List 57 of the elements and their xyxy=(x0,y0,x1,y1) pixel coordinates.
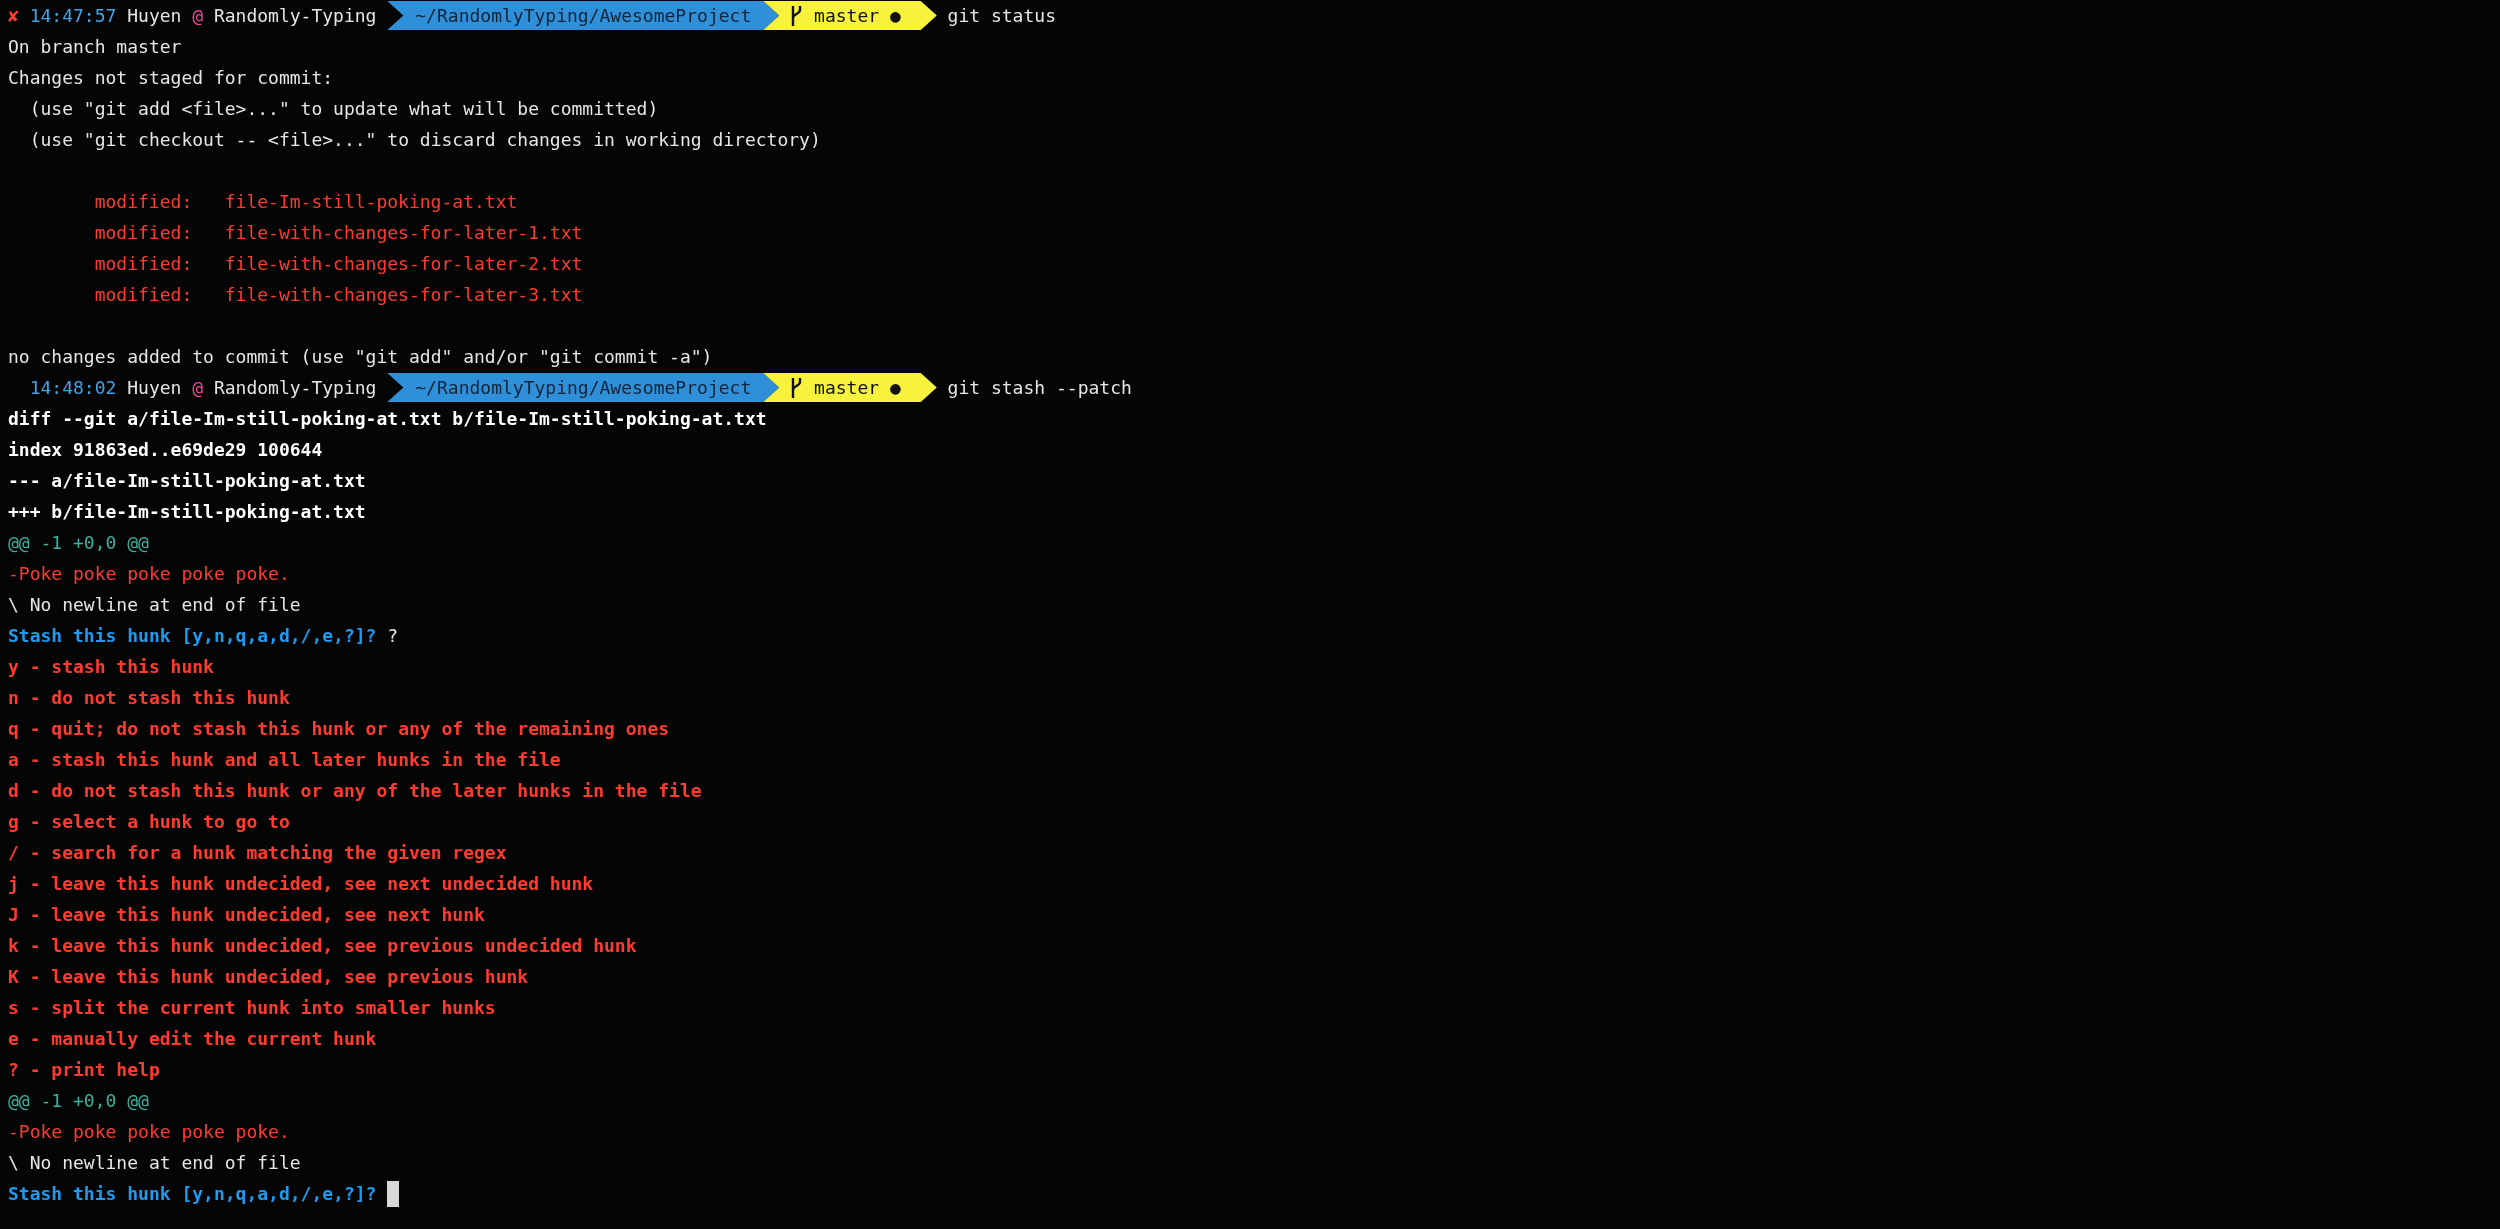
prompt-user: Huyen xyxy=(127,376,182,400)
output-line: Changes not staged for commit: xyxy=(8,66,334,90)
prompt-command: git status xyxy=(947,4,1056,28)
file-name: file-with-changes-for-later-2.txt xyxy=(224,252,583,276)
status-label: modified: xyxy=(94,252,194,276)
help-line: k - leave this hunk undecided, see previous undecided hunk xyxy=(8,934,637,958)
output-line: no changes added to commit (use "git add" and/or "git commit -a") xyxy=(8,345,713,369)
help-line: g - select a hunk to go to xyxy=(8,810,290,834)
help-line: e - manually edit the current hunk xyxy=(8,1027,377,1051)
prompt-at-sign: @ xyxy=(192,4,204,28)
prompt-git-segment: master ● xyxy=(763,373,937,402)
stash-prompt: Stash this hunk [y,n,q,a,d,/,e,?]? xyxy=(8,1182,377,1206)
help-line: K - leave this hunk undecided, see previous hunk xyxy=(8,965,529,989)
prompt-time: 14:48:02 xyxy=(29,376,117,400)
status-label: modified: xyxy=(94,190,194,214)
stash-prompt: Stash this hunk [y,n,q,a,d,/,e,?]? xyxy=(8,624,377,648)
help-line: q - quit; do not stash this hunk or any of the remaining ones xyxy=(8,717,670,741)
error-mark: ✘ xyxy=(8,4,19,28)
branch-icon xyxy=(789,4,804,27)
help-line: j - leave this hunk undecided, see next undecided hunk xyxy=(8,872,594,896)
prompt-at-sign: @ xyxy=(192,376,204,400)
diff-header-line: index 91863ed..e69de29 100644 xyxy=(8,438,323,462)
diff-header-line: diff --git a/file-Im-still-poking-at.txt b/file-Im-still-poking-at.txt xyxy=(8,407,767,431)
file-name: file-with-changes-for-later-3.txt xyxy=(224,283,583,307)
hunk-header-line: @@ -1 +0,0 @@ xyxy=(8,1089,149,1113)
help-line: n - do not stash this hunk xyxy=(8,686,290,710)
status-label: modified: xyxy=(94,221,194,245)
prompt-user: Huyen xyxy=(127,4,182,28)
prompt-path-segment: ~/RandomlyTyping/AwesomeProject xyxy=(387,373,780,402)
prompt-path-segment: ~/RandomlyTyping/AwesomeProject xyxy=(387,1,780,30)
prompt-time: 14:47:57 xyxy=(29,4,117,28)
output-line: (use "git add <file>..." to update what will be committed) xyxy=(28,97,659,121)
branch-icon xyxy=(789,376,804,399)
diff-header-line: +++ b/file-Im-still-poking-at.txt xyxy=(8,500,366,524)
status-label: modified: xyxy=(94,283,194,307)
help-line: a - stash this hunk and all later hunks in the file xyxy=(8,748,561,772)
output-line: (use "git checkout -- <file>..." to discard changes in working directory) xyxy=(28,128,821,152)
removed-line: -Poke poke poke poke poke. xyxy=(8,562,290,586)
removed-line: -Poke poke poke poke poke. xyxy=(8,1120,290,1144)
file-name: file-Im-still-poking-at.txt xyxy=(224,190,518,214)
help-line: s - split the current hunk into smaller hunks xyxy=(8,996,496,1020)
diff-header-line: --- a/file-Im-still-poking-at.txt xyxy=(8,469,366,493)
help-line: J - leave this hunk undecided, see next hunk xyxy=(8,903,485,927)
prompt-host: Randomly-Typing xyxy=(213,376,377,400)
prompt-host: Randomly-Typing xyxy=(213,4,377,28)
help-line: y - stash this hunk xyxy=(8,655,214,679)
prompt-git-segment: master ● xyxy=(763,1,937,30)
help-line: / - search for a hunk matching the given regex xyxy=(8,841,507,865)
help-line: ? - print help xyxy=(8,1058,160,1082)
hunk-header-line: @@ -1 +0,0 @@ xyxy=(8,531,149,555)
prompt-command: git stash --patch xyxy=(947,376,1132,400)
output-line: \ No newline at end of file xyxy=(8,593,301,617)
output-line: On branch master xyxy=(8,35,182,59)
output-line: \ No newline at end of file xyxy=(8,1151,301,1175)
typed-answer: ? xyxy=(387,624,399,648)
help-line: d - do not stash this hunk or any of the later hunks in the file xyxy=(8,779,702,803)
file-name: file-with-changes-for-later-1.txt xyxy=(224,221,583,245)
